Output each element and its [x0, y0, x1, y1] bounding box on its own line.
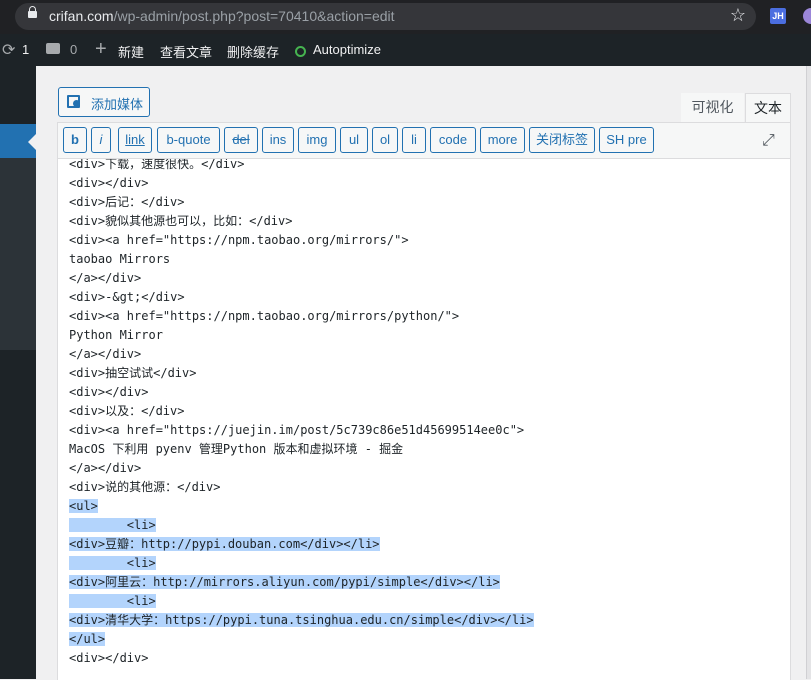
qt-img-button[interactable]: img — [298, 127, 336, 153]
extension-jh-icon[interactable]: JH — [770, 8, 786, 24]
content-line: MacOS 下利用 pyenv 管理Python 版本和虚拟环境 - 掘金 — [69, 442, 404, 456]
qt-ins-button[interactable]: ins — [262, 127, 294, 153]
new-content-link[interactable]: 新建 — [118, 42, 144, 61]
clear-cache-link[interactable]: 删除缓存 — [227, 42, 279, 61]
updates-icon[interactable]: ⟳ — [2, 40, 15, 60]
wp-admin-bar: ⟳ 1 0 + 新建 查看文章 删除缓存 Autoptimize — [0, 34, 811, 66]
qt-ul-button[interactable]: ul — [340, 127, 368, 153]
updates-count[interactable]: 1 — [22, 42, 29, 57]
content-line: <li> — [69, 556, 156, 570]
content-line: <div>-&gt;</div> — [69, 290, 185, 304]
qt-link-button[interactable]: link — [118, 127, 152, 153]
content-line: <div>清华大学：https://pypi.tuna.tsinghua.edu… — [69, 613, 534, 627]
content-line: <div><a href="https://npm.taobao.org/mir… — [69, 309, 460, 323]
comments-icon[interactable] — [46, 43, 60, 54]
content-line: </a></div> — [69, 461, 142, 475]
view-post-link[interactable]: 查看文章 — [160, 42, 212, 61]
content-line: <ul> — [69, 499, 98, 513]
content-line: <div>下载，速度很快。</div> — [69, 158, 245, 171]
qt-italic-button[interactable]: i — [91, 127, 111, 153]
content-line: </a></div> — [69, 347, 142, 361]
content-line: </a></div> — [69, 271, 142, 285]
comments-count[interactable]: 0 — [70, 42, 77, 57]
qt-del-button[interactable]: del — [224, 127, 258, 153]
tab-visual[interactable]: 可视化 — [681, 93, 744, 123]
url-text[interactable]: crifan.com/wp-admin/post.php?post=70410&… — [49, 8, 395, 24]
qt-bold-button[interactable]: b — [63, 127, 87, 153]
content-line: <li> — [69, 594, 156, 608]
add-media-button[interactable]: 添加媒体 — [58, 87, 150, 117]
add-media-label: 添加媒体 — [91, 97, 144, 112]
content-lines: <div>下载，速度很快。</div> <div></div> <div>后记：</… — [69, 158, 534, 668]
content-line: <div>豆瓣：http://pypi.douban.com</div></li… — [69, 537, 380, 551]
content-line: <div><a href="https://npm.taobao.org/mir… — [69, 233, 409, 247]
content-line: <li> — [69, 518, 156, 532]
content-line: </ul> — [69, 632, 106, 646]
qt-more-button[interactable]: more — [480, 127, 525, 153]
lock-icon — [28, 6, 37, 18]
content-line: <div></div> — [69, 385, 149, 399]
bookmark-star-icon[interactable]: ☆ — [730, 5, 746, 26]
qt-code-button[interactable]: code — [430, 127, 476, 153]
autoptimize-link[interactable]: Autoptimize — [313, 42, 381, 57]
new-plus-icon[interactable]: + — [95, 38, 107, 61]
status-dot-icon — [295, 46, 306, 57]
qt-bquote-button[interactable]: b-quote — [157, 127, 220, 153]
content-line: <div><a href="https://juejin.im/post/5c7… — [69, 423, 525, 437]
qt-ol-button[interactable]: ol — [372, 127, 398, 153]
content-line: <div>抽空试试</div> — [69, 366, 197, 380]
content-line: <div></div> — [69, 651, 149, 665]
admin-side-menu — [0, 66, 36, 679]
content-line: <div>以及：</div> — [69, 404, 185, 418]
content-line: Python Mirror — [69, 328, 163, 342]
page-scrollbar[interactable] — [806, 66, 811, 679]
quicktags-toolbar: b i link b-quote del ins img ul ol li co… — [57, 122, 791, 159]
extension-icon[interactable] — [803, 8, 811, 24]
content-textarea[interactable]: <div>下载，速度很快。</div> <div></div> <div>后记：</… — [57, 158, 791, 680]
posts-submenu[interactable] — [0, 158, 36, 350]
content-line: <div></div> — [69, 176, 149, 190]
address-bar[interactable]: crifan.com/wp-admin/post.php?post=70410&… — [15, 3, 756, 30]
content-line: <div>后记：</div> — [69, 195, 185, 209]
current-menu-arrow — [28, 134, 36, 150]
browser-toolbar: crifan.com/wp-admin/post.php?post=70410&… — [0, 0, 811, 34]
qt-sh-pre-button[interactable]: SH pre — [599, 127, 654, 153]
content-line: <div>貌似其他源也可以，比如：</div> — [69, 214, 293, 228]
qt-li-button[interactable]: li — [402, 127, 426, 153]
content-line: <div>阿里云：http://mirrors.aliyun.com/pypi/… — [69, 575, 500, 589]
qt-close-tags-button[interactable]: 关闭标签 — [529, 127, 595, 153]
content-line: <div>说的其他源：</div> — [69, 480, 221, 494]
content-line: taobao Mirrors — [69, 252, 171, 266]
fullscreen-icon[interactable]: ⤢ — [762, 133, 778, 149]
media-icon — [67, 95, 81, 108]
tab-text[interactable]: 文本 — [745, 93, 791, 124]
